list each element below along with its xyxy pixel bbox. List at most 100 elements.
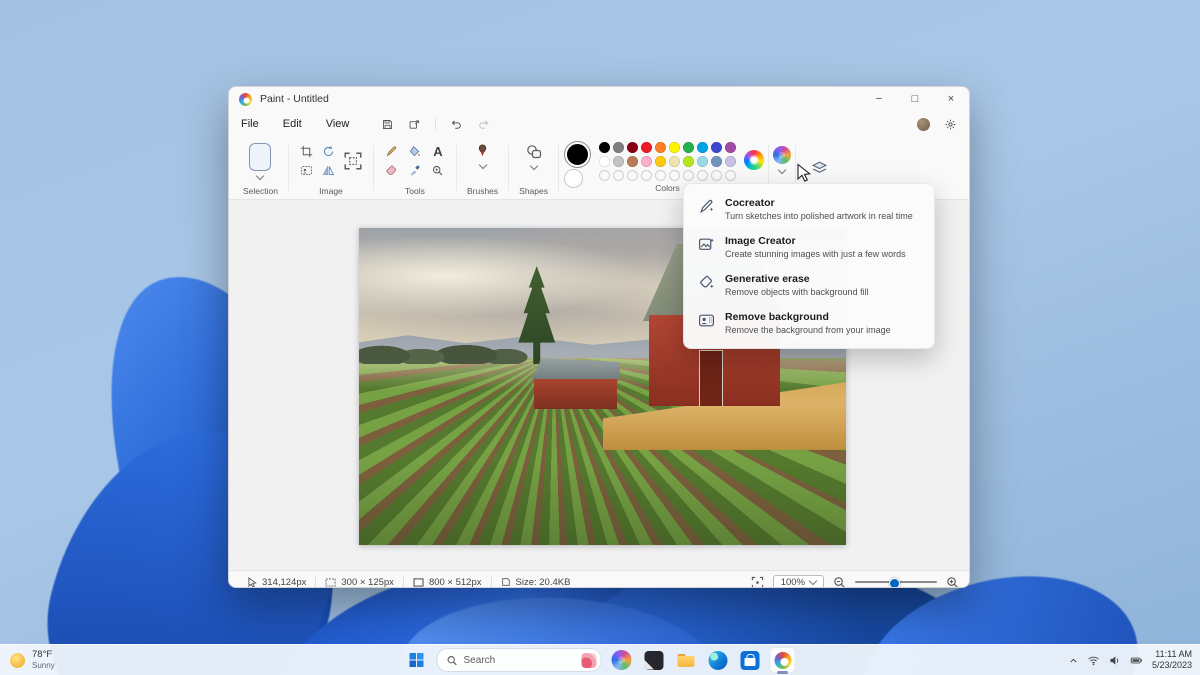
palette-color[interactable] bbox=[599, 156, 610, 167]
share-icon[interactable] bbox=[408, 118, 421, 131]
close-button[interactable]: × bbox=[933, 87, 969, 111]
tray-chevron-up-icon[interactable] bbox=[1068, 655, 1079, 666]
taskbar-app-button[interactable] bbox=[642, 648, 666, 672]
menu-edit[interactable]: Edit bbox=[283, 118, 302, 130]
taskbar-copilot-button[interactable] bbox=[610, 648, 634, 672]
tools-group: A Tools bbox=[378, 137, 452, 199]
start-button[interactable] bbox=[405, 648, 429, 672]
palette-color[interactable] bbox=[669, 156, 680, 167]
search-box[interactable]: Search bbox=[436, 648, 602, 672]
rotate-icon[interactable] bbox=[322, 145, 335, 158]
file-size: Size: 20.4KB bbox=[515, 576, 571, 588]
custom-color-slot[interactable] bbox=[669, 170, 680, 181]
custom-color-slot[interactable] bbox=[599, 170, 610, 181]
clock[interactable]: 11:11 AM 5/23/2023 bbox=[1152, 649, 1192, 672]
text-tool-icon[interactable]: A bbox=[433, 145, 442, 158]
menu-item-cocreator[interactable]: Cocreator Turn sketches into polished ar… bbox=[684, 190, 934, 228]
custom-color-slot[interactable] bbox=[641, 170, 652, 181]
volume-icon[interactable] bbox=[1108, 654, 1121, 667]
crop-icon[interactable] bbox=[300, 145, 313, 158]
zoom-out-icon[interactable] bbox=[833, 576, 846, 587]
menu-item-remove-background[interactable]: Remove background Remove the background … bbox=[684, 304, 934, 342]
palette-color[interactable] bbox=[711, 142, 722, 153]
eyedropper-icon[interactable] bbox=[408, 164, 421, 177]
eraser-icon[interactable] bbox=[385, 164, 398, 177]
redo-icon[interactable] bbox=[477, 118, 490, 131]
palette-color[interactable] bbox=[641, 142, 652, 153]
zoom-level-dropdown[interactable]: 100% bbox=[772, 574, 824, 588]
palette-color[interactable] bbox=[669, 142, 680, 153]
shapes-group[interactable]: Shapes bbox=[513, 137, 554, 199]
menu-item-image-creator[interactable]: Image Creator Create stunning images wit… bbox=[684, 228, 934, 266]
account-avatar[interactable] bbox=[917, 117, 930, 131]
custom-color-slot[interactable] bbox=[711, 170, 722, 181]
palette-color[interactable] bbox=[697, 142, 708, 153]
file-explorer-button[interactable] bbox=[674, 648, 698, 672]
palette-color[interactable] bbox=[641, 156, 652, 167]
maximize-button[interactable]: □ bbox=[897, 87, 933, 111]
minimize-button[interactable]: − bbox=[861, 87, 897, 111]
fill-bucket-icon[interactable] bbox=[408, 145, 421, 158]
custom-color-slot[interactable] bbox=[697, 170, 708, 181]
shapes-icon[interactable] bbox=[525, 143, 543, 161]
brush-icon[interactable] bbox=[474, 143, 491, 160]
menu-item-generative-erase[interactable]: Generative erase Remove objects with bac… bbox=[684, 266, 934, 304]
palette-color[interactable] bbox=[725, 142, 736, 153]
app-icon bbox=[644, 650, 663, 670]
zoom-level: 100% bbox=[780, 576, 805, 588]
magnifier-icon[interactable] bbox=[431, 164, 444, 177]
chevron-down-icon[interactable] bbox=[478, 160, 487, 170]
chevron-down-icon[interactable] bbox=[777, 165, 787, 175]
palette-color[interactable] bbox=[725, 156, 736, 167]
palette-color[interactable] bbox=[613, 156, 624, 167]
settings-gear-icon[interactable] bbox=[944, 118, 957, 131]
palette-color[interactable] bbox=[697, 156, 708, 167]
custom-color-slot[interactable] bbox=[725, 170, 736, 181]
brushes-group[interactable]: Brushes bbox=[461, 137, 504, 199]
palette-color[interactable] bbox=[711, 156, 722, 167]
selection-tool-group[interactable]: Selection bbox=[237, 137, 284, 199]
palette-color[interactable] bbox=[599, 142, 610, 153]
menu-file[interactable]: File bbox=[241, 118, 259, 130]
custom-color-slot[interactable] bbox=[627, 170, 638, 181]
remove-background-icon[interactable] bbox=[300, 164, 313, 177]
palette-color[interactable] bbox=[613, 142, 624, 153]
background-color-swatch[interactable] bbox=[564, 169, 583, 188]
custom-color-slot[interactable] bbox=[683, 170, 694, 181]
microsoft-store-button[interactable] bbox=[738, 648, 762, 672]
chevron-down-icon[interactable] bbox=[256, 171, 265, 181]
search-highlight-icon[interactable] bbox=[581, 652, 597, 668]
battery-icon[interactable] bbox=[1129, 654, 1144, 667]
flip-icon[interactable] bbox=[322, 164, 335, 177]
undo-icon[interactable] bbox=[450, 118, 463, 131]
custom-color-slot[interactable] bbox=[655, 170, 666, 181]
zoom-slider[interactable] bbox=[855, 576, 937, 587]
zoom-slider-thumb[interactable] bbox=[889, 577, 901, 587]
weather-widget[interactable]: 78°F Sunny bbox=[10, 645, 55, 675]
palette-color[interactable] bbox=[655, 156, 666, 167]
chevron-down-icon[interactable] bbox=[529, 161, 538, 171]
menu-item-title: Image Creator bbox=[725, 235, 796, 247]
fit-to-screen-icon[interactable] bbox=[751, 576, 764, 587]
foreground-color-swatch[interactable] bbox=[564, 141, 591, 168]
selection-rectangle-icon[interactable] bbox=[249, 143, 272, 171]
resize-icon[interactable] bbox=[343, 151, 363, 171]
pencil-icon[interactable] bbox=[385, 145, 398, 158]
palette-color[interactable] bbox=[655, 142, 666, 153]
zoom-in-icon[interactable] bbox=[946, 576, 959, 587]
save-icon[interactable] bbox=[381, 118, 394, 131]
image-tool-group: Image bbox=[293, 137, 369, 199]
store-icon bbox=[740, 650, 759, 670]
edit-colors-wheel-icon[interactable] bbox=[744, 150, 764, 170]
wifi-icon[interactable] bbox=[1087, 654, 1100, 667]
palette-color[interactable] bbox=[683, 142, 694, 153]
custom-color-slot[interactable] bbox=[613, 170, 624, 181]
palette-color[interactable] bbox=[627, 156, 638, 167]
palette-color[interactable] bbox=[627, 142, 638, 153]
paint-taskbar-button[interactable] bbox=[769, 647, 796, 674]
paint-app-icon bbox=[239, 92, 252, 106]
palette-color[interactable] bbox=[683, 156, 694, 167]
edge-browser-button[interactable] bbox=[706, 648, 730, 672]
group-label: Colors bbox=[655, 183, 680, 193]
menu-view[interactable]: View bbox=[326, 118, 350, 130]
